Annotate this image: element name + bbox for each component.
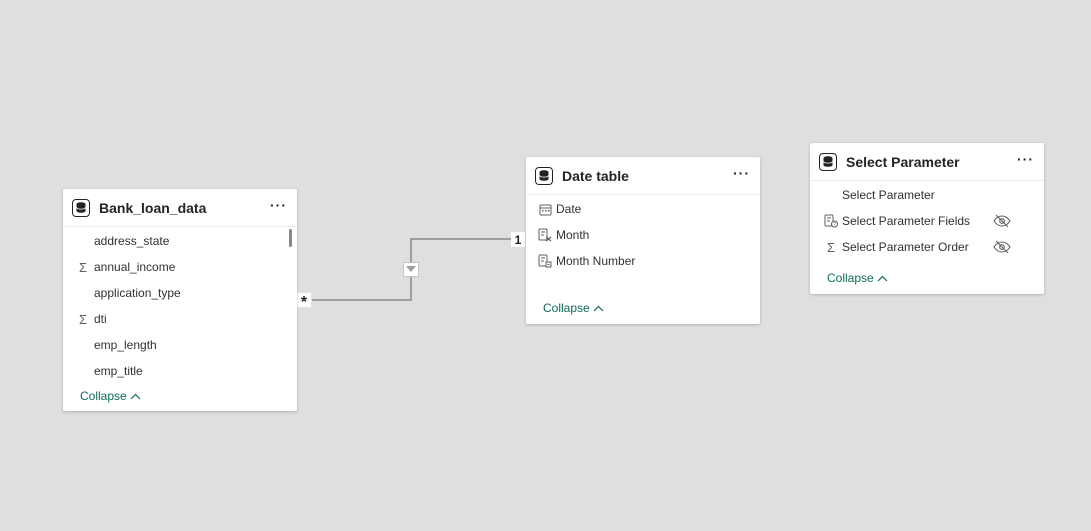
eye-hidden-icon[interactable] <box>993 240 1011 254</box>
calculated-column-icon <box>537 228 553 242</box>
collapse-button[interactable]: Collapse <box>543 301 604 315</box>
field-name: Select Parameter Order <box>842 240 969 254</box>
field-row[interactable]: Σannual_income <box>75 254 297 280</box>
calendar-icon <box>537 203 553 216</box>
chevron-up-icon <box>877 271 888 285</box>
filter-direction-arrow-icon[interactable] <box>403 262 419 277</box>
collapse-button[interactable]: Collapse <box>827 271 888 285</box>
field-name: address_state <box>94 234 170 248</box>
table-icon <box>819 152 837 171</box>
field-row[interactable]: Σ Select Parameter Order <box>823 234 1044 260</box>
sigma-icon: Σ <box>78 259 88 275</box>
more-options-button[interactable]: ··· <box>270 198 287 216</box>
collapse-label: Collapse <box>543 301 590 315</box>
field-row[interactable]: Month <box>537 222 760 248</box>
calculated-column-icon <box>537 254 553 268</box>
table-card-date-table[interactable]: Date table ··· Date Month Month Number C… <box>526 157 760 324</box>
more-options-button[interactable]: ··· <box>1017 152 1034 170</box>
table-card-bank-loan-data[interactable]: Bank_loan_data ··· address_state Σannual… <box>63 189 297 411</box>
table-card-header[interactable]: Bank_loan_data ··· <box>63 189 297 227</box>
field-list: address_state Σannual_income application… <box>63 227 297 384</box>
table-card-header[interactable]: Select Parameter ··· <box>810 143 1044 181</box>
field-name: Date <box>556 202 582 216</box>
field-row[interactable]: emp_title <box>75 358 297 384</box>
field-row[interactable]: ? Select Parameter Fields <box>823 208 1044 234</box>
table-title: Bank_loan_data <box>99 199 207 216</box>
table-title: Date table <box>562 167 629 184</box>
field-list: Select Parameter ? Select Parameter Fiel… <box>810 181 1044 260</box>
chevron-up-icon <box>593 301 604 315</box>
field-name: Month Number <box>556 254 636 268</box>
field-row[interactable]: Date <box>537 196 760 222</box>
field-name: annual_income <box>94 260 176 274</box>
table-card-header[interactable]: Date table ··· <box>526 157 760 195</box>
svg-text:?: ? <box>833 222 836 228</box>
chevron-up-icon <box>130 389 141 403</box>
collapse-label: Collapse <box>80 389 127 403</box>
field-row[interactable]: emp_length <box>75 332 297 358</box>
relationship-many-marker: * <box>297 293 311 310</box>
field-row[interactable]: Σdti <box>75 306 297 332</box>
field-name: emp_title <box>94 364 143 378</box>
more-options-button[interactable]: ··· <box>733 166 750 184</box>
field-name: application_type <box>94 286 181 300</box>
relationship-one-marker: 1 <box>511 232 525 247</box>
field-name: emp_length <box>94 338 157 352</box>
field-name: Select Parameter Fields <box>842 214 971 228</box>
field-row[interactable]: Select Parameter <box>823 182 1044 208</box>
field-row[interactable]: address_state <box>75 228 297 254</box>
eye-hidden-icon[interactable] <box>993 214 1011 228</box>
collapse-button[interactable]: Collapse <box>80 389 141 403</box>
scrollbar-thumb[interactable] <box>289 229 292 247</box>
sigma-icon: Σ <box>78 311 88 327</box>
field-list: Date Month Month Number <box>526 195 760 274</box>
field-row[interactable]: Month Number <box>537 248 760 274</box>
collapse-label: Collapse <box>827 271 874 285</box>
field-name: Select Parameter <box>842 188 935 202</box>
field-parameter-icon: ? <box>823 214 839 228</box>
field-name: Month <box>556 228 590 242</box>
table-title: Select Parameter <box>846 153 960 170</box>
table-icon <box>535 166 553 185</box>
sigma-icon: Σ <box>826 239 836 255</box>
field-name: dti <box>94 312 107 326</box>
table-icon <box>72 198 90 217</box>
field-row[interactable]: application_type <box>75 280 297 306</box>
table-card-select-parameter[interactable]: Select Parameter ··· Select Parameter ? … <box>810 143 1044 294</box>
